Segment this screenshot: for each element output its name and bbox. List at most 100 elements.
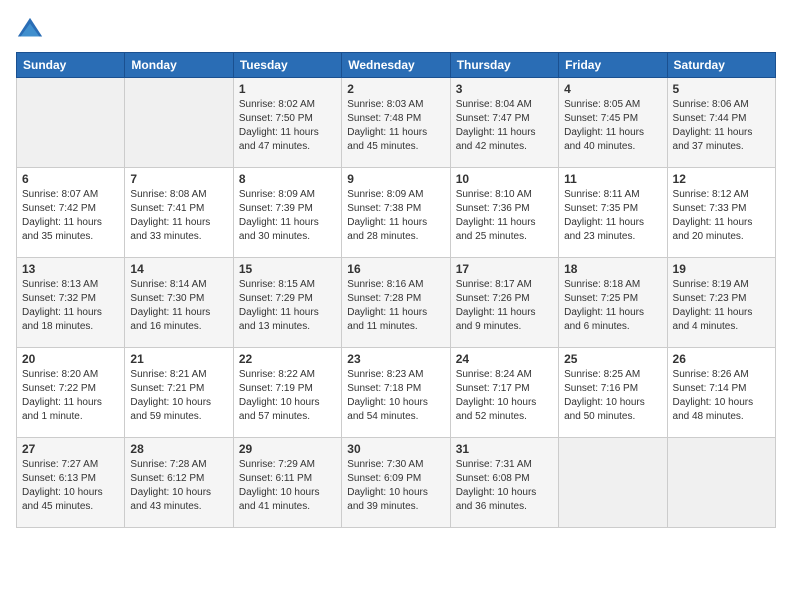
day-info: Sunrise: 7:29 AM Sunset: 6:11 PM Dayligh… [239, 458, 336, 514]
weekday-header: Thursday [450, 53, 558, 78]
weekday-header: Tuesday [233, 53, 341, 78]
day-number: 22 [239, 352, 336, 366]
calendar-cell: 12 Sunrise: 8:12 AM Sunset: 7:33 PM Dayli… [667, 168, 775, 258]
day-info: Sunrise: 7:31 AM Sunset: 6:08 PM Dayligh… [456, 458, 553, 514]
calendar-cell: 4 Sunrise: 8:05 AM Sunset: 7:45 PM Daylig… [559, 78, 667, 168]
calendar-cell: 22 Sunrise: 8:22 AM Sunset: 7:19 PM Dayli… [233, 348, 341, 438]
calendar-cell: 8Sunrise: 8:09 AM Sunset: 7:39 PM Daylig… [233, 168, 341, 258]
day-number: 30 [347, 442, 444, 456]
calendar-cell: 30 Sunrise: 7:30 AM Sunset: 6:09 PM Dayli… [342, 438, 450, 528]
day-number: 12 [673, 172, 770, 186]
day-info: Sunrise: 8:20 AM Sunset: 7:22 PM Dayligh… [22, 368, 119, 424]
day-info: Sunrise: 8:14 AM Sunset: 7:30 PM Dayligh… [130, 278, 227, 334]
calendar-table: SundayMondayTuesdayWednesdayThursdayFrid… [16, 52, 776, 528]
day-number: 8 [239, 172, 336, 186]
day-info: Sunrise: 7:30 AM Sunset: 6:09 PM Dayligh… [347, 458, 444, 514]
calendar-cell: 9 Sunrise: 8:09 AM Sunset: 7:38 PM Daylig… [342, 168, 450, 258]
calendar-cell: 25 Sunrise: 8:25 AM Sunset: 7:16 PM Dayli… [559, 348, 667, 438]
day-number: 13 [22, 262, 119, 276]
calendar-cell: 20 Sunrise: 8:20 AM Sunset: 7:22 PM Dayli… [17, 348, 125, 438]
day-info: Sunrise: 8:02 AM Sunset: 7:50 PM Dayligh… [239, 98, 336, 154]
day-number: 15 [239, 262, 336, 276]
day-info: Sunrise: 7:27 AM Sunset: 6:13 PM Dayligh… [22, 458, 119, 514]
calendar-cell: 28 Sunrise: 7:28 AM Sunset: 6:12 PM Dayli… [125, 438, 233, 528]
calendar-cell: 17 Sunrise: 8:17 AM Sunset: 7:26 PM Dayli… [450, 258, 558, 348]
day-info: Sunrise: 8:15 AM Sunset: 7:29 PM Dayligh… [239, 278, 336, 334]
day-info: Sunrise: 8:16 AM Sunset: 7:28 PM Dayligh… [347, 278, 444, 334]
calendar-cell [559, 438, 667, 528]
day-number: 27 [22, 442, 119, 456]
day-number: 29 [239, 442, 336, 456]
calendar-cell: 6Sunrise: 8:07 AM Sunset: 7:42 PM Daylig… [17, 168, 125, 258]
calendar-cell [125, 78, 233, 168]
day-number: 14 [130, 262, 227, 276]
calendar-cell: 14 Sunrise: 8:14 AM Sunset: 7:30 PM Dayli… [125, 258, 233, 348]
day-info: Sunrise: 8:07 AM Sunset: 7:42 PM Dayligh… [22, 188, 119, 244]
calendar-cell: 7 Sunrise: 8:08 AM Sunset: 7:41 PM Daylig… [125, 168, 233, 258]
day-info: Sunrise: 8:25 AM Sunset: 7:16 PM Dayligh… [564, 368, 661, 424]
calendar-cell: 29 Sunrise: 7:29 AM Sunset: 6:11 PM Dayli… [233, 438, 341, 528]
day-info: Sunrise: 8:26 AM Sunset: 7:14 PM Dayligh… [673, 368, 770, 424]
calendar-cell: 24 Sunrise: 8:24 AM Sunset: 7:17 PM Dayli… [450, 348, 558, 438]
day-number: 31 [456, 442, 553, 456]
weekday-header: Saturday [667, 53, 775, 78]
weekday-header: Monday [125, 53, 233, 78]
calendar-cell: 11 Sunrise: 8:11 AM Sunset: 7:35 PM Dayli… [559, 168, 667, 258]
day-number: 18 [564, 262, 661, 276]
day-info: Sunrise: 8:05 AM Sunset: 7:45 PM Dayligh… [564, 98, 661, 154]
day-number: 20 [22, 352, 119, 366]
calendar-cell: 5 Sunrise: 8:06 AM Sunset: 7:44 PM Daylig… [667, 78, 775, 168]
calendar-cell: 26 Sunrise: 8:26 AM Sunset: 7:14 PM Dayli… [667, 348, 775, 438]
day-info: Sunrise: 8:03 AM Sunset: 7:48 PM Dayligh… [347, 98, 444, 154]
calendar-cell [667, 438, 775, 528]
weekday-header: Friday [559, 53, 667, 78]
calendar-cell: 13Sunrise: 8:13 AM Sunset: 7:32 PM Dayli… [17, 258, 125, 348]
day-number: 7 [130, 172, 227, 186]
day-number: 24 [456, 352, 553, 366]
calendar-cell: 3 Sunrise: 8:04 AM Sunset: 7:47 PM Daylig… [450, 78, 558, 168]
day-info: Sunrise: 8:22 AM Sunset: 7:19 PM Dayligh… [239, 368, 336, 424]
day-info: Sunrise: 8:23 AM Sunset: 7:18 PM Dayligh… [347, 368, 444, 424]
day-number: 11 [564, 172, 661, 186]
calendar-cell: 15 Sunrise: 8:15 AM Sunset: 7:29 PM Dayli… [233, 258, 341, 348]
day-info: Sunrise: 8:09 AM Sunset: 7:38 PM Dayligh… [347, 188, 444, 244]
calendar-cell: 1 Sunrise: 8:02 AM Sunset: 7:50 PM Daylig… [233, 78, 341, 168]
day-info: Sunrise: 8:12 AM Sunset: 7:33 PM Dayligh… [673, 188, 770, 244]
day-info: Sunrise: 8:11 AM Sunset: 7:35 PM Dayligh… [564, 188, 661, 244]
day-number: 28 [130, 442, 227, 456]
weekday-header: Wednesday [342, 53, 450, 78]
calendar-cell [17, 78, 125, 168]
calendar-cell: 18 Sunrise: 8:18 AM Sunset: 7:25 PM Dayli… [559, 258, 667, 348]
day-info: Sunrise: 8:21 AM Sunset: 7:21 PM Dayligh… [130, 368, 227, 424]
header [16, 16, 776, 44]
calendar-cell: 2 Sunrise: 8:03 AM Sunset: 7:48 PM Daylig… [342, 78, 450, 168]
day-info: Sunrise: 8:24 AM Sunset: 7:17 PM Dayligh… [456, 368, 553, 424]
day-number: 2 [347, 82, 444, 96]
day-number: 9 [347, 172, 444, 186]
logo [16, 16, 48, 44]
day-number: 3 [456, 82, 553, 96]
logo-icon [16, 16, 44, 44]
day-number: 1 [239, 82, 336, 96]
day-number: 10 [456, 172, 553, 186]
day-number: 21 [130, 352, 227, 366]
calendar-cell: 27 Sunrise: 7:27 AM Sunset: 6:13 PM Dayli… [17, 438, 125, 528]
day-info: Sunrise: 8:08 AM Sunset: 7:41 PM Dayligh… [130, 188, 227, 244]
day-info: Sunrise: 8:18 AM Sunset: 7:25 PM Dayligh… [564, 278, 661, 334]
day-info: Sunrise: 8:10 AM Sunset: 7:36 PM Dayligh… [456, 188, 553, 244]
day-info: Sunrise: 7:28 AM Sunset: 6:12 PM Dayligh… [130, 458, 227, 514]
calendar-cell: 23Sunrise: 8:23 AM Sunset: 7:18 PM Dayli… [342, 348, 450, 438]
day-info: Sunrise: 8:19 AM Sunset: 7:23 PM Dayligh… [673, 278, 770, 334]
day-info: Sunrise: 8:17 AM Sunset: 7:26 PM Dayligh… [456, 278, 553, 334]
calendar-cell: 19Sunrise: 8:19 AM Sunset: 7:23 PM Dayli… [667, 258, 775, 348]
weekday-header: Sunday [17, 53, 125, 78]
day-number: 4 [564, 82, 661, 96]
day-number: 16 [347, 262, 444, 276]
day-number: 5 [673, 82, 770, 96]
day-number: 26 [673, 352, 770, 366]
day-info: Sunrise: 8:04 AM Sunset: 7:47 PM Dayligh… [456, 98, 553, 154]
day-number: 17 [456, 262, 553, 276]
day-info: Sunrise: 8:06 AM Sunset: 7:44 PM Dayligh… [673, 98, 770, 154]
calendar-cell: 21 Sunrise: 8:21 AM Sunset: 7:21 PM Dayli… [125, 348, 233, 438]
day-number: 25 [564, 352, 661, 366]
